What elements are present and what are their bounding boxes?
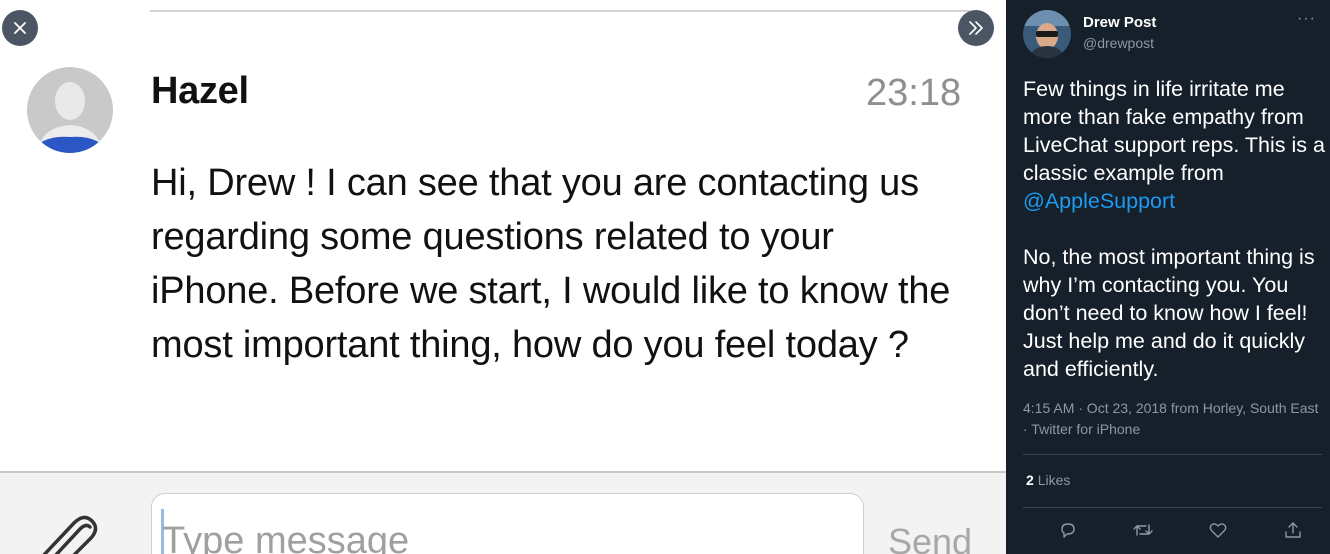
mention-link[interactable]: @AppleSupport xyxy=(1023,189,1175,213)
more-options-button[interactable]: ··· xyxy=(1297,10,1316,28)
agent-name: Hazel xyxy=(151,70,249,112)
message-input-placeholder: Type message xyxy=(162,520,410,554)
next-image-button[interactable] xyxy=(958,10,994,46)
close-button[interactable] xyxy=(2,10,38,46)
divider xyxy=(1023,454,1322,455)
message-time: 23:18 xyxy=(866,72,962,114)
message-input[interactable]: Type message xyxy=(151,493,864,554)
send-button[interactable]: Send xyxy=(888,521,972,554)
close-icon xyxy=(14,22,26,34)
image-viewer: Hazel 23:18 Hi, Drew ! I can see that yo… xyxy=(0,0,1006,554)
likes-label: Likes xyxy=(1037,472,1071,488)
tweet-paragraph-2: No, the most important thing is why I’m … xyxy=(1023,245,1315,381)
author-handle[interactable]: @drewpost xyxy=(1083,35,1154,51)
agent-avatar xyxy=(27,67,113,153)
likes-count[interactable]: 2 Likes xyxy=(1026,472,1070,488)
tweet-actions xyxy=(1023,516,1322,546)
share-icon xyxy=(1285,522,1301,538)
likes-number: 2 xyxy=(1026,472,1034,488)
retweet-icon xyxy=(1133,524,1153,536)
share-button[interactable] xyxy=(1279,516,1307,544)
double-chevron-right-icon xyxy=(969,21,983,35)
tweet-text: Few things in life irritate me more than… xyxy=(1023,75,1327,383)
reply-icon xyxy=(1061,523,1075,538)
paperclip-icon[interactable] xyxy=(36,509,106,554)
divider xyxy=(150,10,970,12)
like-button[interactable] xyxy=(1204,516,1232,544)
tweet-timestamp[interactable]: 4:15 AM · Oct 23, 2018 from Horley, Sout… xyxy=(1023,398,1323,440)
divider xyxy=(1023,507,1322,508)
retweet-button[interactable] xyxy=(1129,516,1157,544)
heart-icon xyxy=(1209,523,1227,538)
author-avatar[interactable] xyxy=(1023,10,1071,58)
tweet-panel: Drew Post @drewpost ··· Few things in li… xyxy=(1006,0,1330,554)
author-name[interactable]: Drew Post xyxy=(1083,14,1156,31)
reply-button[interactable] xyxy=(1054,516,1082,544)
chat-message: Hi, Drew ! I can see that you are contac… xyxy=(151,162,951,366)
message-composer: Type message Send xyxy=(0,471,1006,554)
tweet-paragraph-1: Few things in life irritate me more than… xyxy=(1023,77,1325,185)
